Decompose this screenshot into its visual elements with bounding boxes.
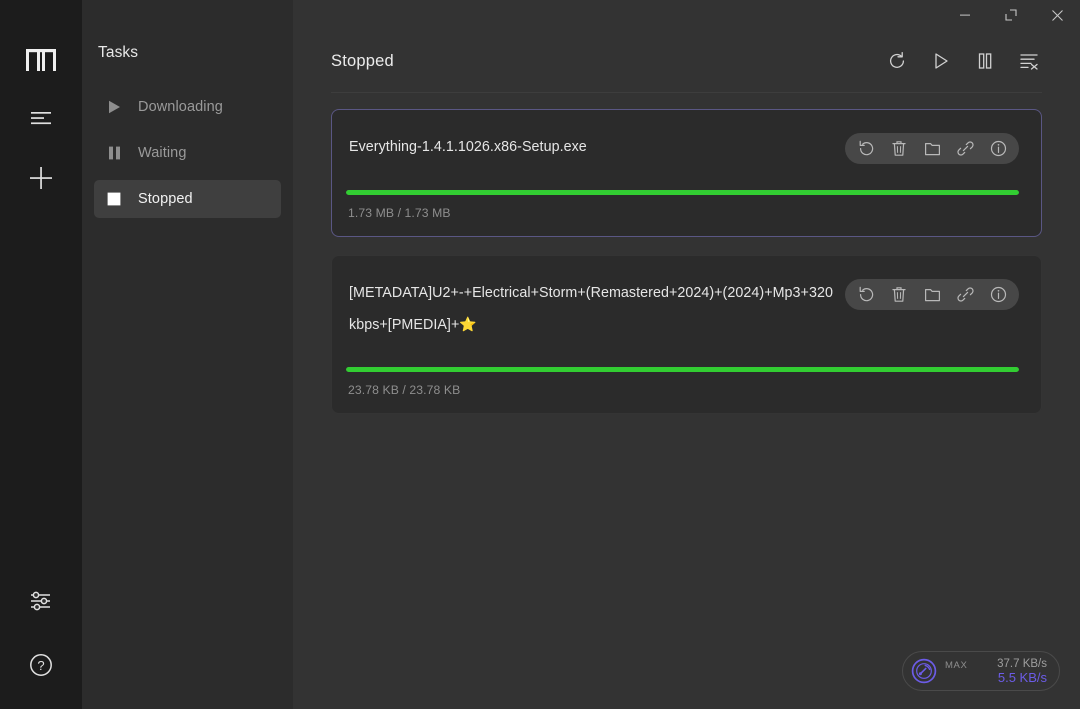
speed-widget[interactable]: MAX 37.7 KB/s 5.5 KB/s	[902, 651, 1060, 691]
task-name: Everything-1.4.1.1026.x86-Setup.exe	[346, 132, 833, 163]
tasks-sidebar: Tasks Downloading Waiting	[82, 0, 293, 709]
play-icon	[106, 99, 122, 115]
folder-icon	[924, 287, 941, 303]
task-actions	[845, 279, 1019, 310]
info-icon	[990, 286, 1007, 303]
info-button[interactable]	[987, 284, 1009, 306]
task-actions	[845, 133, 1019, 164]
sidebar-item-waiting[interactable]: Waiting	[94, 134, 281, 172]
list-remove-icon	[1019, 52, 1039, 70]
open-folder-button[interactable]	[921, 138, 943, 160]
copy-link-button[interactable]	[954, 284, 976, 306]
pause-icon	[976, 52, 994, 70]
folder-icon	[924, 141, 941, 157]
sidebar-item-label: Stopped	[138, 191, 193, 207]
sidebar-item-label: Downloading	[138, 99, 223, 115]
sliders-icon	[28, 588, 54, 614]
app-rail: ?	[0, 0, 82, 709]
header-actions	[882, 46, 1044, 76]
restart-button[interactable]	[855, 138, 877, 160]
maximize-icon	[1004, 8, 1018, 22]
pause-icon	[106, 145, 122, 161]
main-panel: Stopped	[293, 0, 1080, 709]
sidebar-nav: Downloading Waiting Stopped	[82, 88, 293, 218]
link-icon	[957, 140, 974, 157]
speed-values: 37.7 KB/s 5.5 KB/s	[997, 657, 1047, 685]
title-bar	[293, 0, 1080, 30]
sidebar-title: Tasks	[82, 44, 293, 62]
task-name: [METADATA]U2+-+Electrical+Storm+(Remaste…	[346, 278, 833, 341]
app-logo	[19, 40, 63, 80]
preferences-button[interactable]	[19, 579, 63, 623]
speed-limit-value: 37.7 KB/s	[997, 657, 1047, 671]
stop-icon	[106, 191, 122, 207]
task-name-text: [METADATA]U2+-+Electrical+Storm+(Remaste…	[349, 285, 833, 333]
progress-fill	[346, 367, 1019, 372]
svg-text:?: ?	[37, 658, 44, 673]
restart-icon	[858, 140, 875, 157]
progress-bar	[346, 190, 1019, 195]
clear-list-button[interactable]	[1014, 46, 1044, 76]
motrix-window: ? Tasks Downloading	[0, 0, 1080, 709]
task-row[interactable]: [METADATA]U2+-+Electrical+Storm+(Remaste…	[331, 255, 1042, 414]
restart-icon	[858, 286, 875, 303]
close-icon	[1051, 9, 1064, 22]
sidebar-item-stopped[interactable]: Stopped	[94, 180, 281, 218]
task-list: Everything-1.4.1.1026.x86-Setup.exe	[293, 93, 1080, 709]
page-title: Stopped	[331, 52, 882, 71]
copy-link-button[interactable]	[954, 138, 976, 160]
play-icon	[932, 52, 950, 70]
close-button[interactable]	[1034, 0, 1080, 30]
trash-icon	[891, 286, 907, 303]
link-icon	[957, 286, 974, 303]
task-size: 1.73 MB / 1.73 MB	[346, 206, 1019, 220]
resume-all-button[interactable]	[926, 46, 956, 76]
minimize-icon	[959, 9, 971, 21]
sidebar-item-label: Waiting	[138, 145, 187, 161]
speed-max-label: MAX	[945, 660, 967, 671]
task-size: 23.78 KB / 23.78 KB	[346, 383, 1019, 397]
restart-button[interactable]	[855, 284, 877, 306]
star-icon: ⭐	[459, 316, 476, 332]
info-button[interactable]	[987, 138, 1009, 160]
content-header: Stopped	[293, 30, 1080, 92]
minimize-button[interactable]	[942, 0, 988, 30]
help-button[interactable]: ?	[19, 643, 63, 687]
pause-all-button[interactable]	[970, 46, 1000, 76]
info-icon	[990, 140, 1007, 157]
delete-button[interactable]	[888, 138, 910, 160]
refresh-icon	[887, 51, 907, 71]
delete-button[interactable]	[888, 284, 910, 306]
maximize-button[interactable]	[988, 0, 1034, 30]
sidebar-item-downloading[interactable]: Downloading	[94, 88, 281, 126]
plus-icon	[28, 165, 54, 191]
task-row[interactable]: Everything-1.4.1.1026.x86-Setup.exe	[331, 109, 1042, 237]
hamburger-menu-icon	[29, 109, 53, 127]
speedometer-icon	[911, 658, 937, 684]
open-folder-button[interactable]	[921, 284, 943, 306]
menu-button[interactable]	[19, 96, 63, 140]
progress-fill	[346, 190, 1019, 195]
add-task-button[interactable]	[19, 156, 63, 200]
refresh-button[interactable]	[882, 46, 912, 76]
progress-bar	[346, 367, 1019, 372]
question-circle-icon: ?	[28, 652, 54, 678]
current-speed-value: 5.5 KB/s	[997, 671, 1047, 685]
trash-icon	[891, 140, 907, 157]
